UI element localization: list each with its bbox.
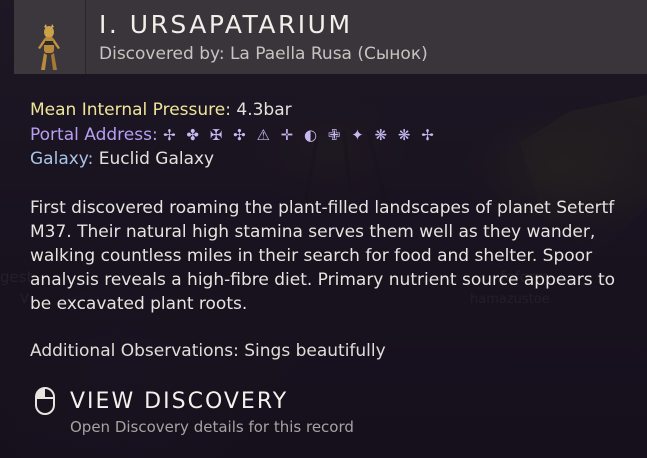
mouse-icon[interactable] [30,386,60,416]
creature-icon [38,24,60,70]
discovery-header: I. URSAPATARIUM Discovered by: La Paella… [14,0,647,74]
creature-description: First discovered roaming the plant-fille… [30,198,616,314]
galaxy-label: Galaxy [30,149,88,169]
creature-thumbnail [14,0,86,74]
view-discovery-hint: Open Discovery details for this record [70,418,354,436]
pressure-row: Mean Internal Pressure: 4.3bar [30,100,292,120]
pressure-label: Mean Internal Pressure [30,100,226,120]
portal-label: Portal Address [30,125,152,145]
portal-glyphs: ✢ ✤ ✠ ✣ ⚠ ✛ ◐ ✙ ✦ ❋ ❋ ✢ [163,126,437,144]
discovered-by: Discovered by: La Paella Rusa (Сынок) [99,44,428,64]
discovery-title: I. URSAPATARIUM [99,10,353,39]
pressure-separator: : [225,100,231,120]
additional-observations: Additional Observations: Sings beautiful… [30,341,386,361]
pressure-value: 4.3bar [236,100,292,120]
galaxy-value: Euclid Galaxy [98,149,215,169]
discovery-tooltip: I. URSAPATARIUM Discovered by: La Paella… [0,0,647,458]
view-discovery-button[interactable]: VIEW DISCOVERY [70,389,288,414]
galaxy-separator: : [87,149,94,169]
portal-row: Portal Address: ✢ ✤ ✠ ✣ ⚠ ✛ ◐ ✙ ✦ ❋ ❋ ✢ [30,125,437,145]
portal-separator: : [151,125,158,145]
galaxy-row: Galaxy: Euclid Galaxy [30,149,214,169]
